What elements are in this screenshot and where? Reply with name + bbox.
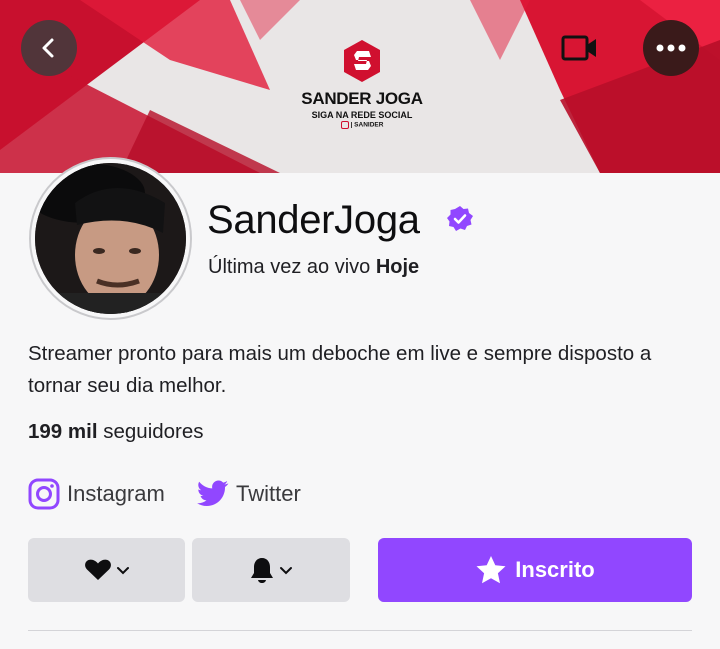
bell-icon (251, 558, 273, 583)
profile-banner: SANDER JOGA SIGA NA REDE SOCIAL | SANIDE… (0, 0, 720, 173)
chevron-down-icon (116, 567, 129, 575)
channel-bio: Streamer pronto para mais um deboche em … (28, 342, 652, 397)
last-live-status: Última vez ao vivo Hoje (208, 256, 419, 279)
avatar-frame (29, 157, 192, 320)
followers-label: seguidores (103, 420, 204, 443)
avatar[interactable] (35, 163, 186, 314)
heart-icon (84, 559, 111, 580)
follow-button[interactable] (28, 538, 185, 602)
social-link-instagram[interactable]: Instagram (28, 477, 165, 511)
channel-name: SanderJoga (207, 198, 420, 242)
sander-logo-icon (344, 40, 380, 82)
last-live-value: Hoje (375, 256, 420, 278)
chevron-down-icon (280, 567, 292, 575)
banner-title: SANDER JOGA (301, 89, 423, 108)
video-camera-icon (561, 35, 596, 61)
verified-badge-icon (447, 206, 473, 231)
instagram-small-icon (340, 121, 349, 129)
last-live-prefix: Última vez ao vivo (208, 256, 371, 278)
notifications-button[interactable] (192, 538, 350, 602)
chevron-left-icon (42, 38, 54, 58)
star-icon (476, 556, 506, 584)
more-options-button[interactable] (643, 20, 699, 76)
social-label-twitter: Twitter (236, 481, 301, 506)
subscribe-button[interactable]: Inscrito (378, 538, 692, 602)
followers-count: 199 mil seguidores (28, 420, 204, 444)
back-button[interactable] (21, 20, 77, 76)
section-divider (28, 630, 692, 631)
instagram-icon (28, 478, 60, 510)
banner-handle-text: | SANIDER (350, 121, 384, 129)
banner-subtitle: SIGA NA REDE SOCIAL (311, 110, 413, 120)
ellipsis-icon (656, 44, 686, 52)
twitter-icon (197, 480, 229, 506)
video-button[interactable] (556, 28, 604, 68)
banner-handle: | SANIDER (292, 121, 432, 129)
avatar-image (35, 163, 186, 314)
subscribe-label: Inscrito (515, 557, 595, 582)
social-label-instagram: Instagram (67, 481, 165, 506)
banner-logo: SANDER JOGA SIGA NA REDE SOCIAL | SANIDE… (292, 40, 432, 129)
social-link-twitter[interactable]: Twitter (197, 477, 301, 511)
followers-number: 199 mil (28, 420, 98, 443)
